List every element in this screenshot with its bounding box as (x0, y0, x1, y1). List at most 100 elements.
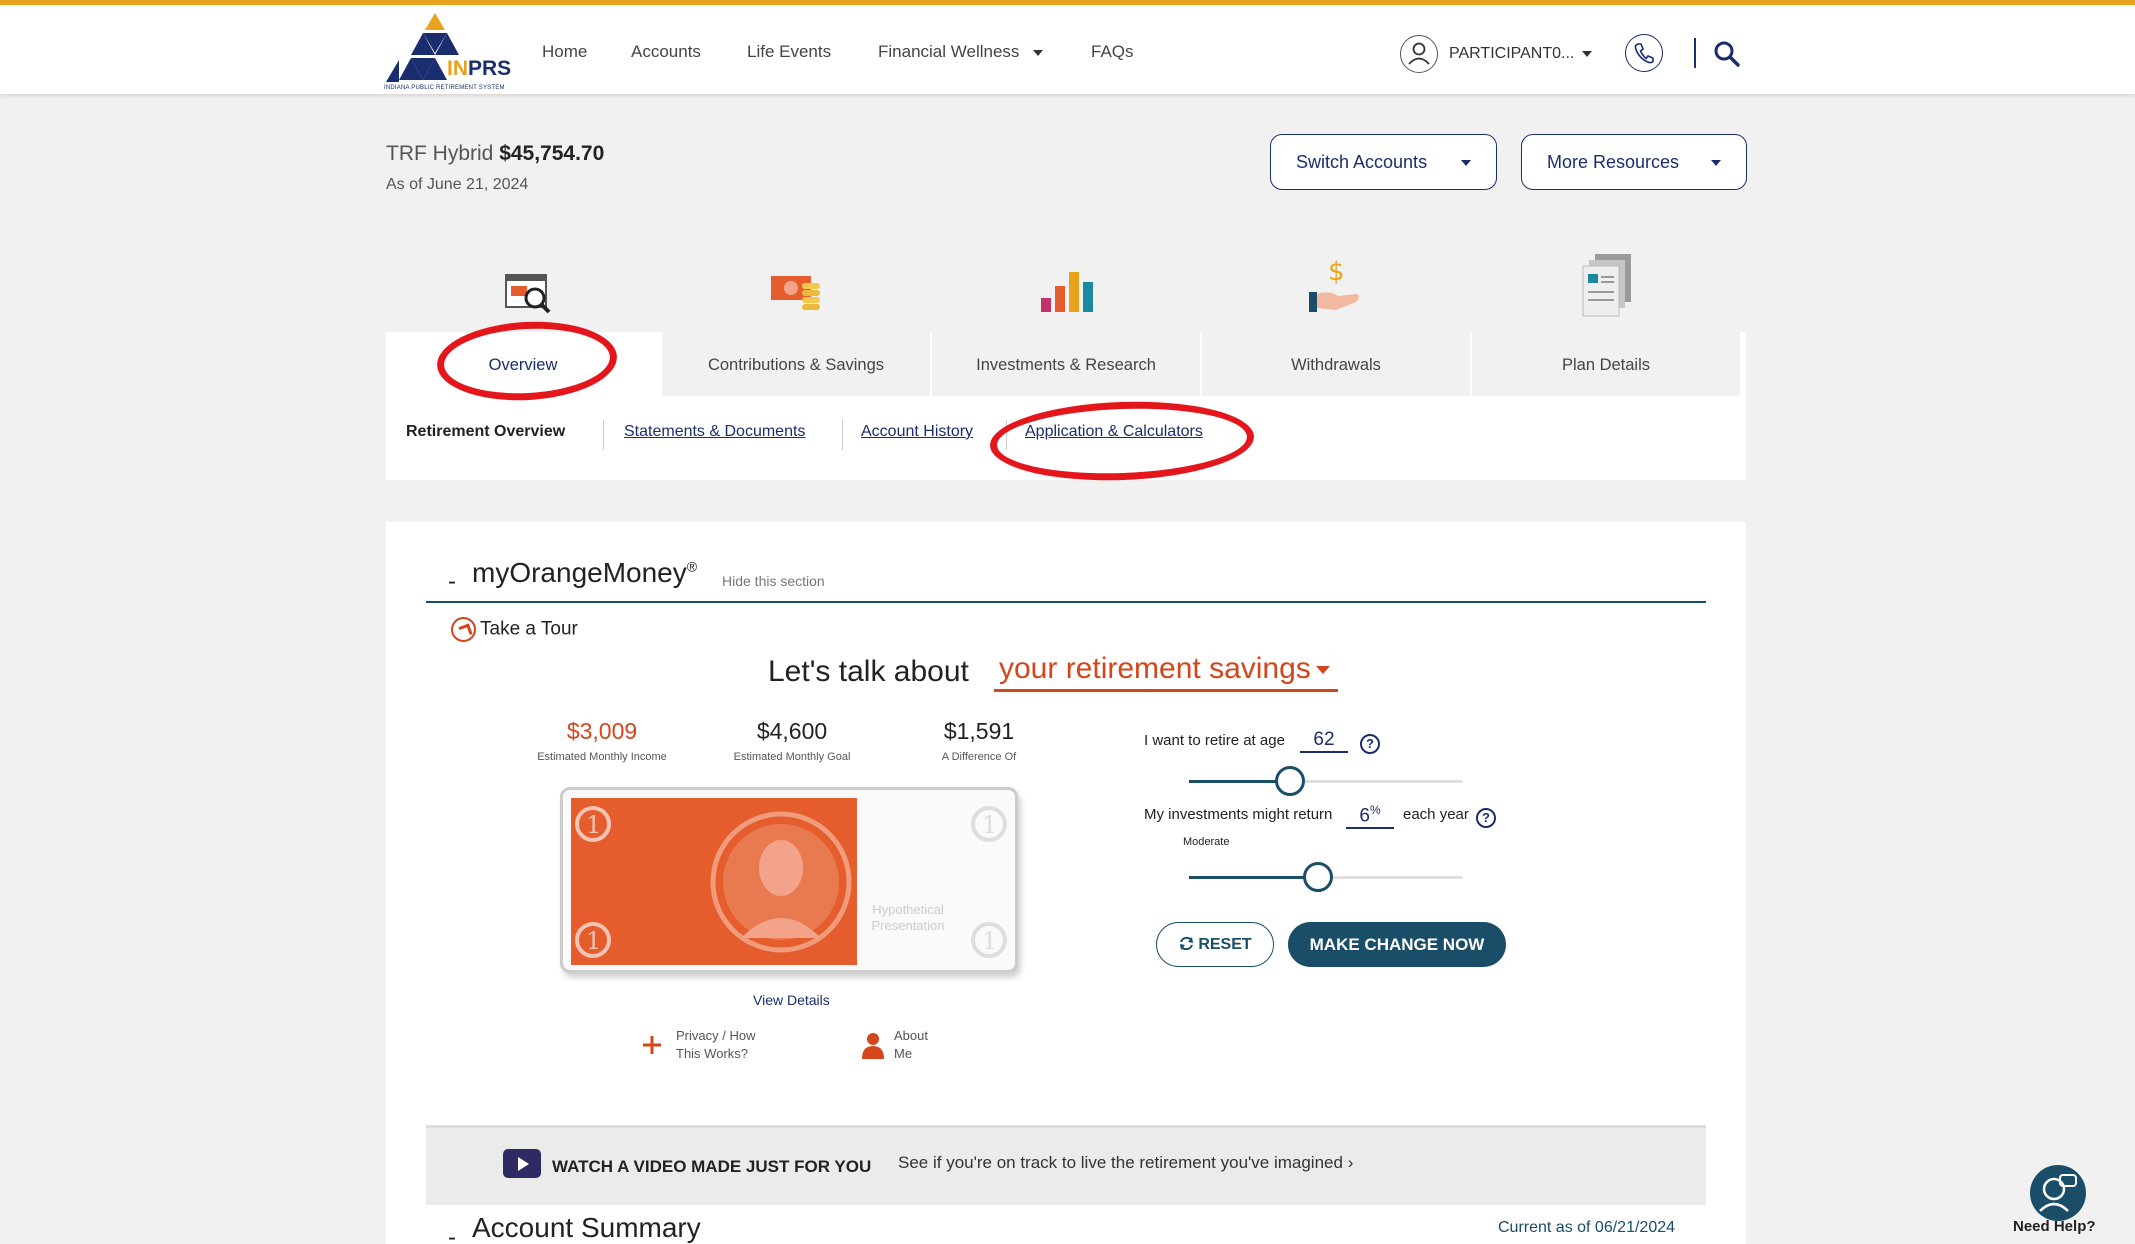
estimated-monthly-goal-label: Estimated Monthly Goal (733, 751, 851, 763)
plus-icon (643, 1036, 661, 1054)
video-title: WATCH A VIDEO MADE JUST FOR YOU (552, 1157, 872, 1176)
need-help-label[interactable]: Need Help? (2013, 1218, 2096, 1235)
take-tour-button[interactable]: Take a Tour (451, 617, 578, 642)
inprs-logo[interactable] (383, 10, 503, 95)
topic-dropdown[interactable]: your retirement savings (994, 652, 1338, 692)
collapse-icon[interactable]: - (448, 1224, 456, 1244)
collapse-icon[interactable]: - (448, 568, 456, 596)
about-me-label: About Me (894, 1028, 928, 1061)
phone-icon[interactable] (1625, 34, 1663, 72)
switch-accounts-button[interactable]: Switch Accounts (1270, 134, 1497, 190)
plan-name: TRF Hybrid (386, 142, 494, 165)
orange-money-card: - myOrangeMoney® Hide this section Take … (386, 522, 1746, 1244)
user-menu[interactable]: PARTICIPANT0... (1449, 45, 1593, 63)
account-balance: $45,754.70 (499, 142, 605, 165)
user-avatar-icon[interactable] (1400, 35, 1438, 73)
tab-withdrawals[interactable]: Withdrawals (1202, 332, 1470, 396)
person-icon (862, 1033, 884, 1059)
header-divider (1694, 38, 1696, 68)
subnav-retirement-overview[interactable]: Retirement Overview (406, 423, 565, 441)
reset-label: RESET (1198, 936, 1252, 953)
retire-age-input[interactable]: 62 (1300, 729, 1348, 753)
subnav-account-history[interactable]: Account History (861, 423, 973, 441)
more-resources-label: More Resources (1547, 152, 1680, 172)
nav-life-events[interactable]: Life Events (747, 42, 831, 62)
topic-dropdown-value: your retirement savings (999, 652, 1311, 685)
return-input[interactable]: 6% (1346, 803, 1394, 830)
play-icon[interactable] (503, 1149, 541, 1178)
nav-financial-wellness[interactable]: Financial Wellness (878, 42, 1044, 62)
subnav-statements-documents[interactable]: Statements & Documents (624, 423, 805, 441)
current-as-of: Current as of 06/21/2024 (1498, 1219, 1676, 1236)
chevron-down-icon (1711, 160, 1721, 166)
nav-faqs[interactable]: FAQs (1091, 42, 1134, 62)
help-question-icon[interactable]: ? (1476, 808, 1496, 828)
view-details-link[interactable]: View Details (753, 992, 830, 1008)
more-resources-button[interactable]: More Resources (1521, 134, 1747, 190)
estimated-monthly-income-value: $3,009 (566, 718, 638, 744)
nav-accounts[interactable]: Accounts (631, 42, 701, 62)
talk-about-label: Let's talk about (768, 655, 969, 688)
section-divider (426, 601, 1706, 603)
difference-value: $1,591 (943, 718, 1015, 744)
tab-plan-details[interactable]: Plan Details (1472, 332, 1740, 396)
hand-dollar-icon: $ (1309, 257, 1359, 312)
retire-age-label: I want to retire at age (1144, 732, 1285, 749)
retire-age-slider[interactable] (1189, 780, 1463, 783)
retire-age-slider-handle[interactable] (1275, 766, 1306, 796)
user-name-label: PARTICIPANT0... (1449, 45, 1575, 62)
take-tour-label: Take a Tour (480, 618, 578, 640)
nav-financial-wellness-label: Financial Wellness (878, 42, 1020, 61)
account-summary-title: Account Summary (472, 1212, 701, 1243)
svg-text:1: 1 (982, 811, 997, 839)
about-me-button[interactable]: About Me (862, 1027, 944, 1063)
make-change-now-button[interactable]: MAKE CHANGE NOW (1288, 922, 1506, 967)
chevron-down-icon (1461, 160, 1471, 166)
return-label: My investments might return (1144, 806, 1333, 823)
logo-wordmark: INPRS (447, 57, 512, 80)
hide-section-link[interactable]: Hide this section (722, 573, 825, 589)
chat-support-icon (2039, 1174, 2077, 1212)
refresh-icon (1180, 936, 1194, 951)
return-unit: % (1369, 803, 1381, 817)
difference-label: A Difference Of (941, 751, 1017, 763)
bar-chart-icon (1041, 272, 1093, 312)
reset-button[interactable]: RESET (1156, 922, 1274, 967)
chevron-down-icon (1033, 49, 1044, 56)
bill-watermark: Hypothetical Presentation (871, 902, 945, 933)
help-question-icon[interactable]: ? (1360, 734, 1380, 754)
section-title-text: myOrangeMoney (472, 557, 687, 588)
documents-icon (1582, 254, 1631, 317)
subnav-divider (842, 420, 843, 450)
risk-level-label: Moderate (1183, 836, 1230, 848)
video-banner[interactable]: WATCH A VIDEO MADE JUST FOR YOU See if y… (426, 1125, 1706, 1205)
estimated-monthly-goal-value: $4,600 (756, 718, 828, 744)
each-year-label: each year (1403, 806, 1469, 823)
chevron-down-icon (1582, 50, 1593, 57)
registered-mark: ® (686, 558, 698, 575)
tab-investments-research[interactable]: Investments & Research (932, 332, 1200, 396)
orange-money-bill[interactable]: 1 1 1 1 Hypothetical Presentation (560, 787, 1018, 973)
return-slider-handle[interactable] (1302, 862, 1333, 892)
bill-artwork: 1 1 1 1 (575, 806, 1007, 958)
nav-home[interactable]: Home (542, 42, 587, 62)
search-icon[interactable] (1713, 40, 1741, 68)
estimated-monthly-income-label: Estimated Monthly Income (537, 751, 667, 763)
logo-subtitle: INDIANA PUBLIC RETIREMENT SYSTEM (384, 85, 505, 91)
subnav-divider (603, 420, 604, 450)
account-title: TRF Hybrid $45,754.70 (386, 142, 604, 166)
search-document-icon (505, 274, 551, 314)
svg-text:1: 1 (982, 927, 997, 955)
money-coins-icon (771, 276, 820, 310)
svg-text:$: $ (1328, 257, 1345, 287)
svg-text:1: 1 (586, 927, 601, 955)
chevron-down-icon (1315, 666, 1330, 675)
top-navigation-bar: INPRS INDIANA PUBLIC RETIREMENT SYSTEM H… (0, 0, 2135, 94)
privacy-how-it-works-button[interactable]: Privacy / How This Works? (642, 1027, 766, 1063)
need-help-button[interactable] (2030, 1165, 2086, 1221)
video-link[interactable]: See if you're on track to live the retir… (898, 1153, 1353, 1173)
tab-contributions-savings[interactable]: Contributions & Savings (662, 332, 930, 396)
as-of-date: As of June 21, 2024 (386, 176, 529, 193)
switch-accounts-label: Switch Accounts (1296, 152, 1428, 172)
chevron-right-icon: › (1347, 1153, 1354, 1172)
